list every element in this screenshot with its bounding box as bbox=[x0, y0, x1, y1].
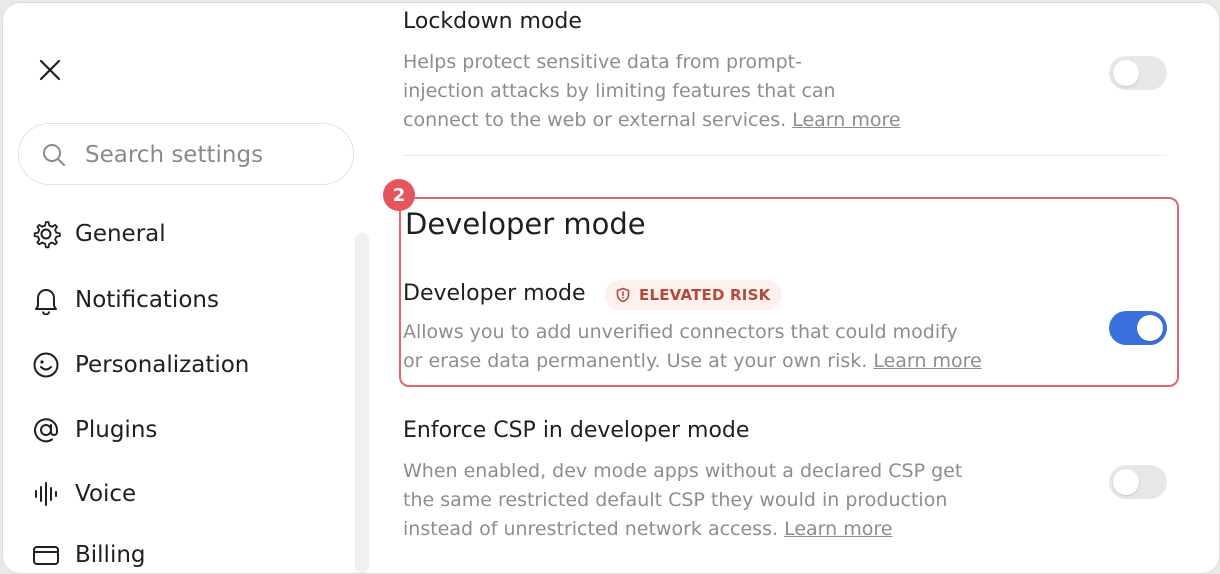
lockdown-description: Helps protect sensitive data from prompt… bbox=[403, 48, 901, 135]
desc-line: connect to the web or external services. bbox=[403, 109, 787, 131]
card-icon bbox=[31, 540, 61, 570]
csp-description: When enabled, dev mode apps without a de… bbox=[403, 457, 962, 544]
desc-line: injection attacks by limiting features t… bbox=[403, 80, 836, 102]
learn-more-link[interactable]: Learn more bbox=[873, 350, 981, 372]
close-button[interactable] bbox=[33, 53, 67, 87]
sidebar-item-notifications[interactable]: Notifications bbox=[31, 278, 341, 322]
smile-icon bbox=[31, 350, 61, 380]
lockdown-title: Lockdown mode bbox=[403, 9, 582, 34]
gear-icon bbox=[31, 219, 61, 249]
desc-line: instead of unrestricted network access. bbox=[403, 518, 779, 540]
section-title: Developer mode bbox=[405, 207, 646, 241]
learn-more-link[interactable]: Learn more bbox=[784, 518, 892, 540]
toggle-knob bbox=[1113, 60, 1139, 86]
sidebar-item-label: General bbox=[75, 221, 166, 247]
search-icon bbox=[43, 144, 65, 166]
settings-window: General Notifications Personalization bbox=[2, 2, 1220, 574]
settings-sidebar: General Notifications Personalization bbox=[3, 3, 373, 573]
lockdown-toggle[interactable] bbox=[1109, 56, 1167, 90]
elevated-risk-badge: ELEVATED RISK bbox=[605, 280, 783, 310]
toggle-knob bbox=[1137, 315, 1163, 341]
sidebar-item-general[interactable]: General bbox=[31, 212, 341, 256]
divider bbox=[403, 155, 1167, 156]
desc-line: or erase data permanently. Use at your o… bbox=[403, 350, 868, 372]
sidebar-item-personalization[interactable]: Personalization bbox=[31, 343, 341, 387]
desc-line: When enabled, dev mode apps without a de… bbox=[403, 460, 963, 482]
search-input[interactable] bbox=[83, 136, 347, 174]
sidebar-scrollbar[interactable] bbox=[355, 233, 369, 573]
bell-icon bbox=[31, 285, 61, 315]
sidebar-item-label: Billing bbox=[75, 542, 146, 568]
sidebar-item-label: Voice bbox=[75, 481, 137, 507]
desc-line: the same restricted default CSP they wou… bbox=[403, 489, 948, 511]
csp-title: Enforce CSP in developer mode bbox=[403, 418, 750, 443]
sidebar-item-billing[interactable]: Billing bbox=[31, 533, 341, 573]
risk-label: ELEVATED RISK bbox=[639, 286, 771, 304]
toggle-knob bbox=[1113, 469, 1139, 495]
at-icon bbox=[31, 415, 61, 445]
sidebar-item-label: Plugins bbox=[75, 417, 158, 443]
csp-toggle[interactable] bbox=[1109, 465, 1167, 499]
settings-content: Lockdown mode Helps protect sensitive da… bbox=[373, 3, 1219, 573]
sidebar-item-label: Personalization bbox=[75, 352, 250, 378]
search-box[interactable] bbox=[18, 123, 354, 185]
shield-alert-icon bbox=[616, 287, 630, 303]
sidebar-item-voice[interactable]: Voice bbox=[31, 472, 341, 516]
developer-mode-description: Allows you to add unverified connectors … bbox=[403, 318, 982, 376]
desc-line: Helps protect sensitive data from prompt… bbox=[403, 51, 802, 73]
developer-mode-title: Developer mode bbox=[403, 281, 586, 306]
developer-mode-toggle[interactable] bbox=[1109, 311, 1167, 345]
learn-more-link[interactable]: Learn more bbox=[792, 109, 900, 131]
sidebar-item-label: Notifications bbox=[75, 287, 219, 313]
desc-line: Allows you to add unverified connectors … bbox=[403, 321, 958, 343]
waveform-icon bbox=[31, 479, 61, 509]
close-icon bbox=[39, 59, 61, 81]
sidebar-item-plugins[interactable]: Plugins bbox=[31, 408, 341, 452]
